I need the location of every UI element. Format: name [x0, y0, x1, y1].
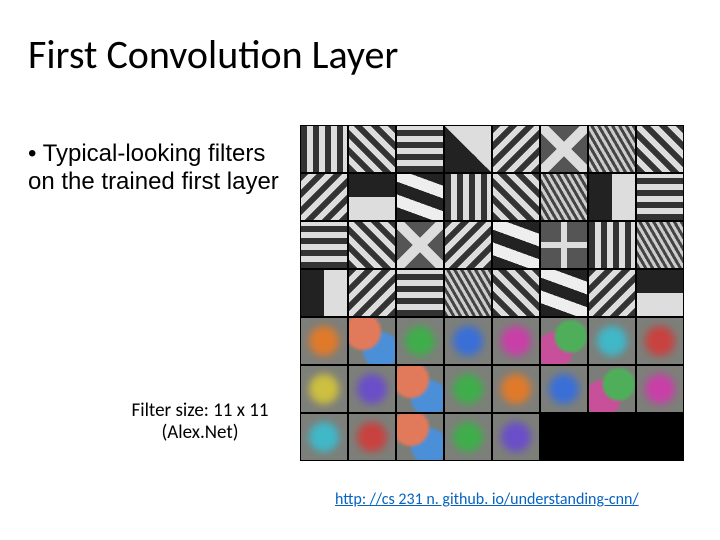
source-link[interactable]: http: //cs 231 n. github. io/understandi… [335, 490, 639, 509]
filter-tile [445, 366, 491, 412]
filter-tile [397, 318, 443, 364]
filter-tile [541, 126, 587, 172]
filter-tile [397, 174, 443, 220]
filter-tile [493, 318, 539, 364]
filter-tile-empty [588, 413, 636, 461]
filter-tile [301, 126, 347, 172]
filter-tile [445, 222, 491, 268]
filter-tile [589, 270, 635, 316]
filter-tile [349, 174, 395, 220]
filter-tile [301, 318, 347, 364]
filter-tile [301, 222, 347, 268]
filter-tile [589, 222, 635, 268]
filter-tile [493, 126, 539, 172]
filter-tile [541, 318, 587, 364]
filter-tile [541, 222, 587, 268]
filter-grid [300, 125, 684, 461]
filter-tile [301, 414, 347, 460]
filter-tile [589, 318, 635, 364]
filter-tile [445, 270, 491, 316]
filter-tile [589, 126, 635, 172]
slide-title: First Convolution Layer [28, 30, 398, 79]
filter-tile [541, 174, 587, 220]
filter-tile [637, 174, 683, 220]
filter-tile [397, 366, 443, 412]
filter-tile [349, 270, 395, 316]
filter-tile [445, 174, 491, 220]
filter-tile [493, 270, 539, 316]
filter-tile [637, 270, 683, 316]
slide: First Convolution Layer • Typical-lookin… [0, 0, 720, 540]
filter-tile [637, 126, 683, 172]
filter-tile [637, 318, 683, 364]
filter-tile [541, 270, 587, 316]
bullet-content: Typical-looking filters on the trained f… [28, 140, 279, 195]
filter-tile [349, 222, 395, 268]
filter-tile [349, 126, 395, 172]
filter-tile [349, 366, 395, 412]
filter-tile [637, 222, 683, 268]
caption-line2: (Alex.Net) [161, 421, 238, 444]
filter-tile [445, 318, 491, 364]
filter-tile [589, 174, 635, 220]
filter-tile [541, 366, 587, 412]
filter-tile [445, 126, 491, 172]
caption-line1: Filter size: 11 x 11 [131, 399, 268, 422]
filter-tile [637, 366, 683, 412]
filter-tile-empty [636, 413, 684, 461]
filter-tile [301, 174, 347, 220]
filter-tile [493, 414, 539, 460]
filter-tile [397, 222, 443, 268]
filter-tile [493, 174, 539, 220]
filter-tile [589, 366, 635, 412]
filter-tile [301, 366, 347, 412]
filter-tile [397, 126, 443, 172]
filter-tile [445, 414, 491, 460]
bullet-dot: • [28, 140, 36, 168]
filter-tile [397, 414, 443, 460]
filter-caption: Filter size: 11 x 11 (Alex.Net) [100, 400, 300, 444]
filter-tile [493, 366, 539, 412]
filter-tile [397, 270, 443, 316]
filter-tile [493, 222, 539, 268]
filter-tile [349, 414, 395, 460]
filter-tile-empty [540, 413, 588, 461]
filter-tile [349, 318, 395, 364]
bullet-text: • Typical-looking filters on the trained… [28, 140, 288, 195]
filter-tile [301, 270, 347, 316]
